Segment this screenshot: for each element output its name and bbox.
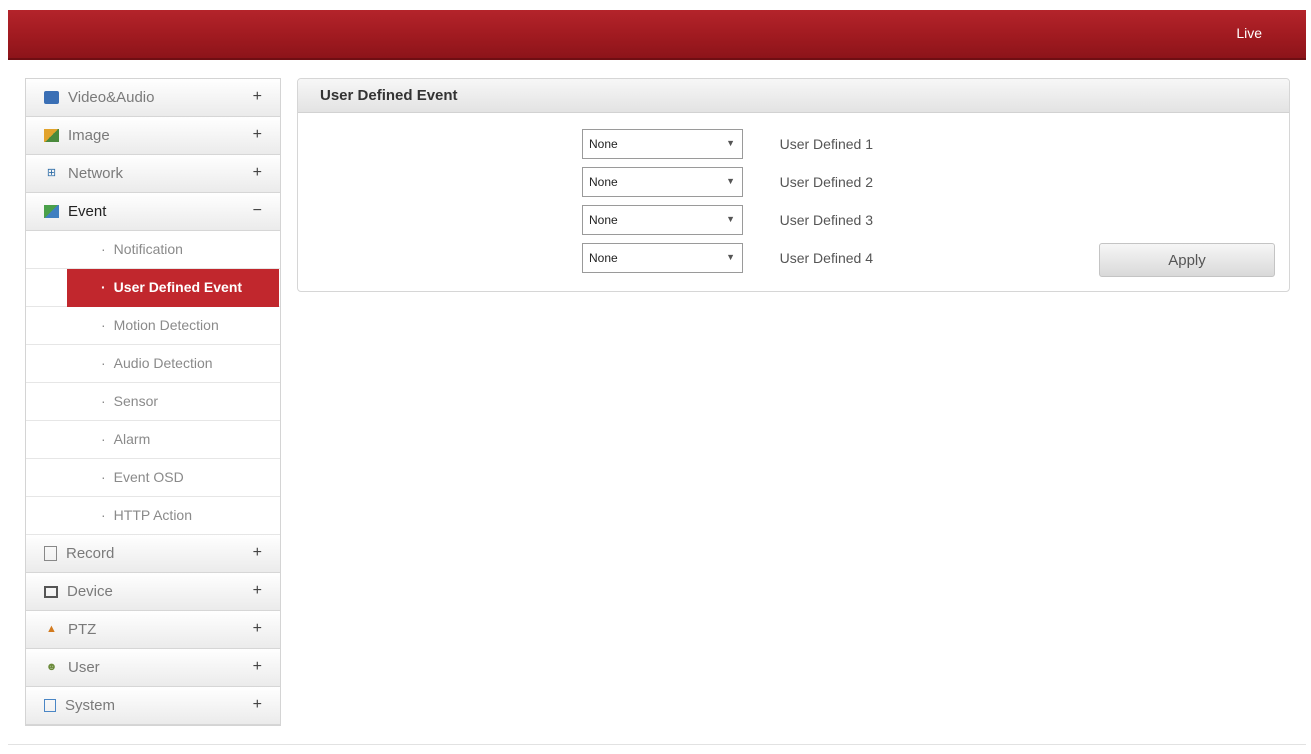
image-icon [44, 129, 59, 142]
chevron-down-icon: ▼ [726, 176, 735, 186]
user-defined-3-select[interactable]: None ▼ [582, 205, 743, 235]
expand-icon[interactable]: + [253, 696, 262, 714]
select-value: None [589, 137, 618, 151]
sidebar-subitem-http-action[interactable]: HTTP Action [26, 497, 280, 535]
sidebar-subitem-alarm[interactable]: Alarm [26, 421, 280, 459]
user-icon: ☻ [45, 661, 58, 673]
sidebar-subitem-audio-detection[interactable]: Audio Detection [26, 345, 280, 383]
user-defined-row: User Defined 2 None ▼ [298, 167, 1291, 199]
expand-icon[interactable]: + [253, 582, 262, 600]
sidebar-subitem-user-defined-event[interactable]: User Defined Event [26, 269, 280, 307]
sidebar-item-device[interactable]: Device + [26, 573, 280, 611]
sidebar-item-label: Network [68, 165, 124, 182]
sidebar-subitem-label: User Defined Event [101, 279, 242, 295]
user-defined-event-panel: User Defined Event User Defined 1 None ▼… [297, 78, 1290, 292]
sidebar-item-record[interactable]: Record + [26, 535, 280, 573]
sidebar-subitem-label: Alarm [101, 431, 151, 447]
sidebar-subitem-event-osd[interactable]: Event OSD [26, 459, 280, 497]
live-link[interactable]: Live [1236, 25, 1262, 41]
sidebar-item-label: User [68, 659, 100, 676]
user-defined-4-select[interactable]: None ▼ [582, 243, 743, 273]
panel-header: User Defined Event [298, 79, 1289, 113]
sidebar-subitem-sensor[interactable]: Sensor [26, 383, 280, 421]
sidebar-subitem-label: HTTP Action [101, 507, 192, 523]
sidebar-subitem-motion-detection[interactable]: Motion Detection [26, 307, 280, 345]
apply-button[interactable]: Apply [1099, 243, 1275, 277]
event-icon [44, 205, 59, 218]
user-defined-label: User Defined 1 [779, 136, 873, 152]
chevron-down-icon: ▼ [726, 138, 735, 148]
sidebar-subitem-label: Sensor [101, 393, 158, 409]
select-value: None [589, 175, 618, 189]
expand-icon[interactable]: + [253, 544, 262, 562]
select-value: None [589, 213, 618, 227]
sidebar-menu: Video&Audio + Image + ⊞ Network + Event … [25, 78, 281, 726]
user-defined-row: User Defined 1 None ▼ [298, 129, 1291, 161]
select-value: None [589, 251, 618, 265]
user-defined-label: User Defined 2 [779, 174, 873, 190]
sidebar-item-video-audio[interactable]: Video&Audio + [26, 79, 280, 117]
sidebar-subitem-label: Audio Detection [101, 355, 213, 371]
sidebar-subitem-label: Notification [101, 241, 183, 257]
sidebar-item-user[interactable]: ☻ User + [26, 649, 280, 687]
network-icon: ⊞ [46, 167, 57, 179]
system-icon [44, 699, 56, 712]
collapse-icon[interactable]: − [253, 202, 262, 220]
user-defined-2-select[interactable]: None ▼ [582, 167, 743, 197]
sidebar-item-image[interactable]: Image + [26, 117, 280, 155]
sidebar-subitem-label: Motion Detection [101, 317, 219, 333]
user-defined-label: User Defined 3 [779, 212, 873, 228]
page-title: User Defined Event [320, 87, 458, 104]
device-icon [44, 585, 58, 598]
sidebar-item-network[interactable]: ⊞ Network + [26, 155, 280, 193]
sidebar-item-ptz[interactable]: ▲ PTZ + [26, 611, 280, 649]
video-audio-icon [44, 91, 59, 104]
user-defined-row: User Defined 3 None ▼ [298, 205, 1291, 237]
sidebar-item-label: Record [66, 545, 115, 562]
expand-icon[interactable]: + [253, 126, 262, 144]
record-icon [44, 546, 57, 561]
chevron-down-icon: ▼ [726, 252, 735, 262]
expand-icon[interactable]: + [253, 620, 262, 638]
sidebar-item-event[interactable]: Event − [26, 193, 280, 231]
sidebar-item-system[interactable]: System + [26, 687, 280, 725]
expand-icon[interactable]: + [253, 164, 262, 182]
sidebar-item-label: PTZ [68, 621, 97, 638]
ptz-icon: ▲ [46, 623, 57, 635]
sidebar-item-label: Video&Audio [68, 89, 155, 106]
expand-icon[interactable]: + [253, 658, 262, 676]
top-header-bar: Live [8, 10, 1306, 60]
user-defined-1-select[interactable]: None ▼ [582, 129, 743, 159]
expand-icon[interactable]: + [253, 88, 262, 106]
chevron-down-icon: ▼ [726, 214, 735, 224]
sidebar-subitem-notification[interactable]: Notification [26, 231, 280, 269]
sidebar-item-label: Device [67, 583, 113, 600]
sidebar-item-label: Event [68, 203, 107, 220]
bottom-divider [8, 744, 1306, 745]
sidebar-subitem-label: Event OSD [101, 469, 184, 485]
sidebar-item-label: System [65, 697, 116, 714]
user-defined-label: User Defined 4 [779, 250, 873, 266]
sidebar-item-label: Image [68, 127, 110, 144]
